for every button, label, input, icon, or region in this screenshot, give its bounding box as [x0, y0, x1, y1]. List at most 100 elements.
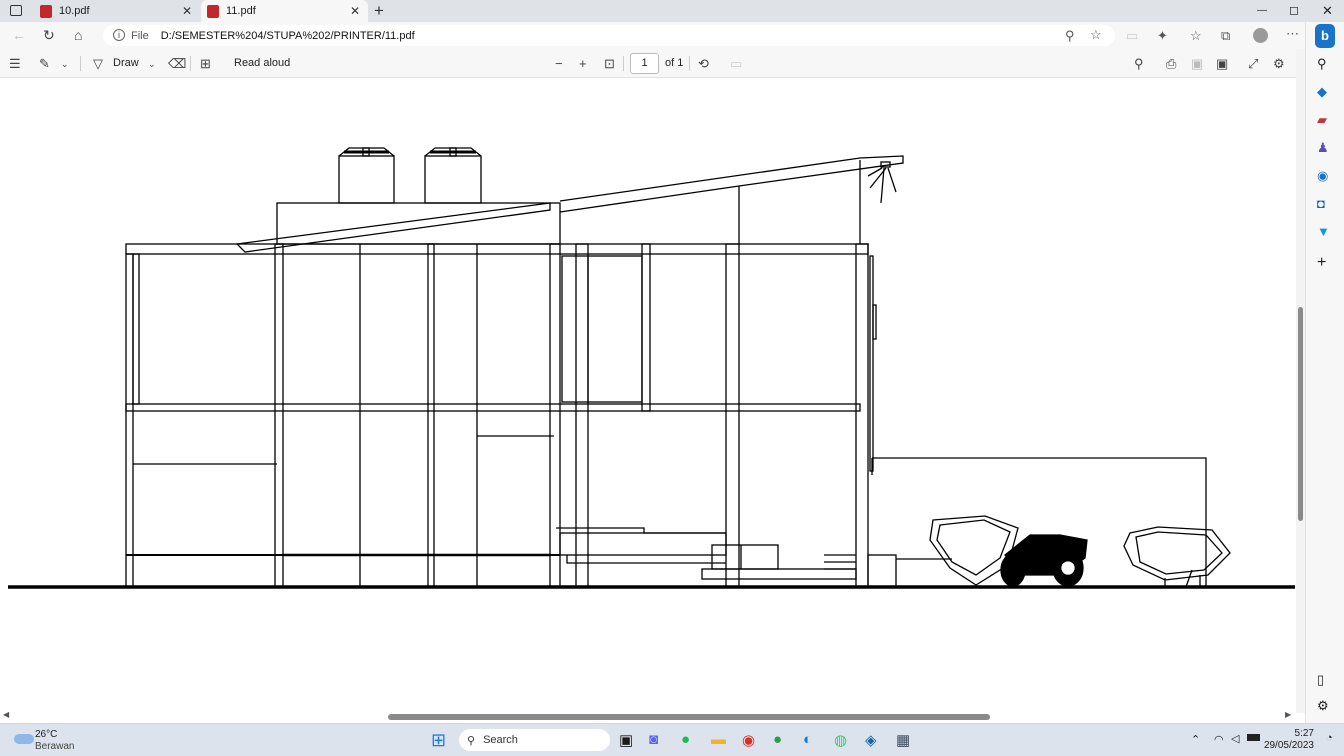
file-scheme-label: File [131, 29, 149, 42]
rotate-icon[interactable]: ⟲ [698, 56, 709, 72]
zoom-out-icon[interactable]: − [555, 56, 563, 71]
search-placeholder: Search [483, 734, 518, 746]
outlook-icon[interactable]: ◘ [1317, 196, 1325, 211]
edge-sidebar: b ⚲ ◆ ▰ ♟ ◉ ◘ ▼ + ▯ ⚙ [1305, 22, 1344, 723]
taskbar-search[interactable]: ⚲ Search [459, 729, 610, 751]
horizontal-scroll-thumb[interactable] [388, 714, 990, 720]
pdf-file-icon [40, 4, 52, 18]
games-icon[interactable]: ♟ [1317, 140, 1329, 156]
page-view-icon[interactable]: ▭ [730, 56, 742, 72]
page-number-input[interactable]: 1 [630, 53, 659, 74]
sofa [701, 544, 857, 580]
tab-10-pdf[interactable]: 10.pdf ✕ [34, 0, 200, 22]
drop-icon[interactable]: ▼ [1317, 224, 1330, 239]
bing-copilot-icon[interactable]: b [1315, 24, 1335, 48]
more-menu-icon[interactable]: ⋯ [1286, 26, 1299, 42]
app-icon[interactable]: ● [773, 731, 782, 748]
chevron-down-icon[interactable]: ⌄ [148, 59, 156, 70]
chrome-icon[interactable]: ◉ [742, 731, 755, 749]
discord-icon[interactable]: ◙ [649, 731, 658, 748]
save-icon[interactable]: ▣ [1191, 56, 1203, 72]
tools-icon[interactable]: ▰ [1317, 112, 1327, 128]
highlight-icon[interactable]: ✎ [39, 56, 50, 72]
roof-box [276, 202, 561, 245]
draw-icon[interactable]: ▽ [93, 56, 103, 72]
volume-icon[interactable]: ◁ [1231, 732, 1239, 745]
contents-icon[interactable]: ☰ [9, 56, 21, 72]
chevron-down-icon[interactable]: ⌄ [61, 59, 69, 70]
close-window-button[interactable]: ✕ [1322, 3, 1333, 19]
task-view-icon[interactable]: ▣ [619, 731, 633, 749]
address-bar-row: ← ↻ ⌂ i File D:/SEMESTER%204/STUPA%202/P… [0, 22, 1310, 49]
divider [623, 56, 624, 71]
vertical-scroll-thumb[interactable] [1298, 307, 1303, 521]
water-tank-left [338, 147, 395, 204]
whatsapp-icon[interactable]: ◍ [834, 731, 847, 749]
lamp [867, 161, 897, 204]
scroll-left-icon[interactable]: ◀ [3, 710, 9, 719]
refresh-icon[interactable]: ↻ [43, 27, 55, 44]
windows-start-icon[interactable]: ⊞ [431, 730, 446, 751]
draw-button[interactable]: Draw [113, 57, 139, 69]
profile-avatar[interactable] [1253, 28, 1268, 43]
temperature: 26°C [35, 729, 58, 740]
zoom-in-icon[interactable]: + [579, 56, 587, 71]
pdf-page-canvas[interactable] [0, 78, 1296, 710]
sidebar-settings-icon[interactable]: ⚙ [1317, 698, 1329, 714]
microsoft-365-icon[interactable]: ◉ [1317, 168, 1328, 184]
collections-icon[interactable]: ⧉ [1221, 28, 1230, 44]
extensions-icon[interactable]: ✦ [1157, 28, 1168, 44]
scroll-right-icon[interactable]: ▶ [1285, 710, 1291, 719]
new-tab-button[interactable]: + [374, 1, 384, 21]
favorites-icon[interactable]: ☆ [1190, 28, 1202, 44]
info-icon: i [113, 29, 125, 41]
pdf-toolbar: ☰ ✎ ⌄ ▽ Draw ⌄ ⌫ ⊞ Read aloud − + ⊡ 1 of… [0, 49, 1305, 78]
chevron-up-icon[interactable]: ⌃ [1191, 733, 1200, 746]
page-total-label: of 1 [665, 57, 684, 69]
fit-page-icon[interactable]: ⊡ [604, 56, 615, 72]
window-frame [561, 255, 643, 403]
read-aloud-button[interactable]: Read aloud [234, 57, 290, 69]
save-as-icon[interactable]: ▣ [1216, 56, 1228, 72]
system-clock[interactable]: 5:27 29/05/2023 [1264, 728, 1314, 752]
add-icon[interactable]: + [1317, 254, 1326, 272]
back-icon[interactable]: ← [12, 27, 26, 43]
address-field[interactable]: i File D:/SEMESTER%204/STUPA%202/PRINTER… [103, 25, 1115, 46]
tab-11-pdf[interactable]: 11.pdf ✕ [201, 0, 368, 22]
file-explorer-icon[interactable]: ▬ [711, 731, 726, 748]
horizontal-scrollbar[interactable]: ◀ ▶ [0, 710, 1296, 723]
close-tab-icon[interactable]: ✕ [350, 4, 360, 18]
calculator-icon[interactable]: ▦ [896, 731, 910, 749]
zoom-icon[interactable]: ⚲ [1065, 28, 1075, 44]
clock-time: 5:27 [1294, 728, 1314, 739]
pdf-file-icon [207, 4, 219, 18]
sidebar-layout-icon[interactable]: ▯ [1317, 672, 1324, 688]
vpn-icon[interactable]: ◈ [865, 731, 877, 749]
covered-vehicle-right [1123, 526, 1231, 581]
eraser-icon[interactable]: ⌫ [168, 56, 186, 72]
minimize-button[interactable]: — [1257, 5, 1267, 16]
wifi-icon[interactable]: ◠ [1214, 733, 1224, 746]
spotify-icon[interactable]: ● [681, 731, 690, 748]
split-screen-icon[interactable]: ▭ [1126, 28, 1138, 44]
settings-icon[interactable]: ⚙ [1273, 56, 1285, 72]
vertical-scrollbar[interactable] [1296, 49, 1305, 713]
close-tab-icon[interactable]: ✕ [182, 4, 192, 18]
shopping-icon[interactable]: ◆ [1317, 84, 1327, 100]
tab-actions-icon[interactable] [10, 5, 22, 16]
find-icon[interactable]: ⚲ [1134, 56, 1144, 72]
favorite-add-icon[interactable]: ☆ [1090, 27, 1102, 43]
edge-icon[interactable]: ◐ [803, 731, 812, 748]
battery-icon[interactable] [1247, 734, 1260, 741]
divider [689, 56, 690, 71]
tab-title: 10.pdf [59, 5, 90, 17]
print-icon[interactable]: ⎙ [1166, 56, 1176, 72]
cloud-icon [14, 734, 34, 744]
maximize-button[interactable]: ◻ [1289, 3, 1299, 17]
water-tank-right [424, 147, 482, 204]
notification-bell-icon[interactable]: ◔ [1326, 732, 1333, 744]
search-icon[interactable]: ⚲ [1317, 56, 1327, 72]
home-icon[interactable]: ⌂ [74, 27, 82, 43]
fullscreen-icon[interactable]: ⤢ [1248, 56, 1258, 72]
read-aloud-icon[interactable]: ⊞ [200, 56, 211, 72]
